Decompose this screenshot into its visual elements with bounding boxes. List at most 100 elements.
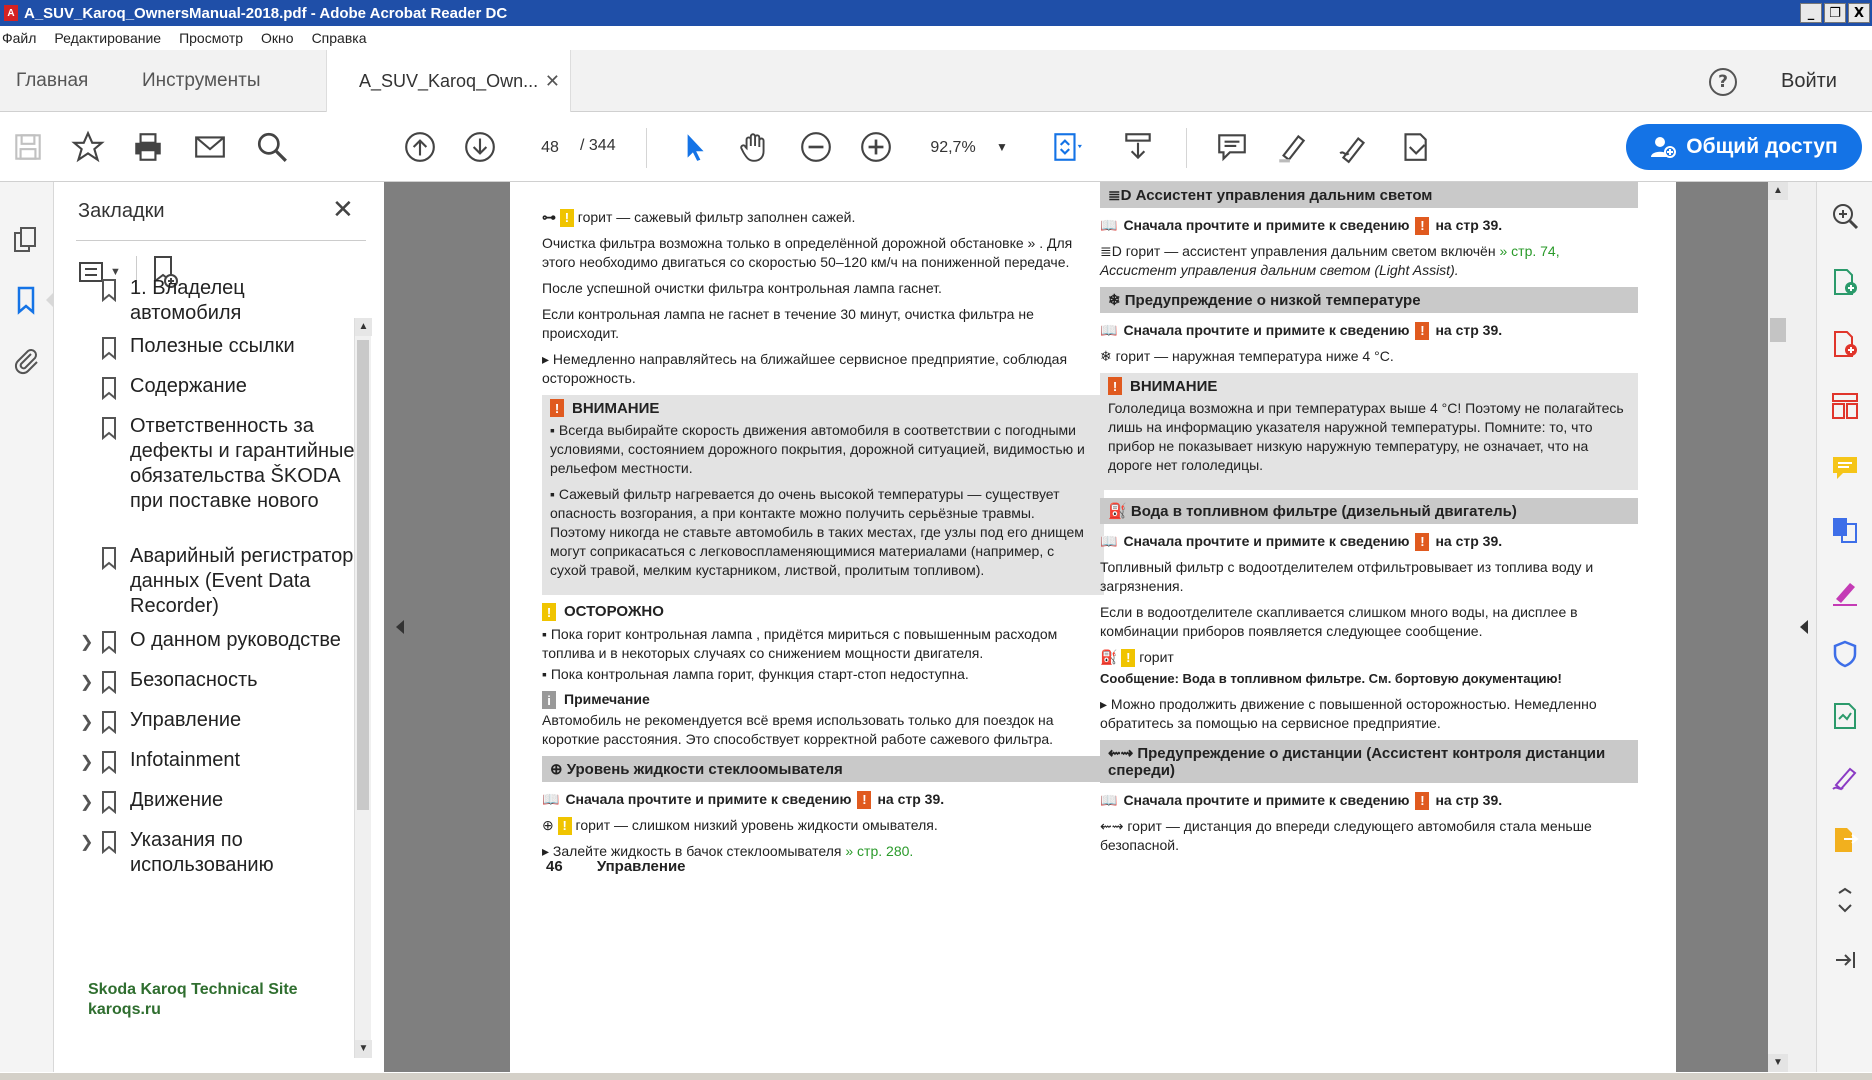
tab-tools[interactable]: Инструменты bbox=[142, 70, 260, 92]
zoom-out-icon[interactable] bbox=[796, 127, 836, 167]
bookmark-owner[interactable]: 1. Владелец автомобиля bbox=[80, 276, 370, 326]
select-cursor-icon[interactable] bbox=[674, 127, 714, 167]
scroll-mode-icon[interactable] bbox=[1118, 127, 1158, 167]
tab-document[interactable]: A_SUV_Karoq_Own... ✕ bbox=[326, 50, 571, 112]
section-heading: ❄ Предупреждение о низкой температуре bbox=[1100, 287, 1638, 313]
warning-item: ▪ Сажевый фильтр нагревается до очень вы… bbox=[550, 486, 1084, 578]
menu-window[interactable]: Окно bbox=[252, 30, 303, 46]
paragraph: ❄ горит — наружная температура ниже 4 °C… bbox=[1100, 347, 1638, 366]
read-first-notice: 📖 Сначала прочтите и примите к сведению! н… bbox=[1100, 216, 1638, 235]
collapse-left-pane-icon[interactable] bbox=[396, 620, 404, 634]
optimize-pdf-icon[interactable] bbox=[1827, 698, 1863, 734]
scroll-thumb[interactable] bbox=[357, 340, 369, 810]
bookmark-label: Аварийный регистратор данных (Event Data… bbox=[130, 545, 354, 617]
bookmark-label: Полезные ссылки bbox=[130, 335, 295, 357]
close-window-button[interactable]: X bbox=[1848, 3, 1870, 23]
menu-edit[interactable]: Редактирование bbox=[45, 30, 170, 46]
zoom-tool-icon[interactable] bbox=[1827, 198, 1863, 234]
share-button[interactable]: Общий доступ bbox=[1626, 124, 1862, 170]
stamp-icon[interactable] bbox=[1394, 127, 1434, 167]
bookmark-label: О данном руководстве bbox=[130, 629, 341, 651]
menu-help[interactable]: Справка bbox=[303, 30, 376, 46]
bookmarks-scrollbar[interactable]: ▲ ▼ bbox=[354, 318, 372, 1058]
next-page-icon[interactable] bbox=[460, 127, 500, 167]
paragraph-text: Ассистент управления дальним светом (Lig… bbox=[1100, 262, 1459, 278]
zoom-dropdown-icon[interactable]: ▼ bbox=[996, 140, 1008, 154]
chevron-right-icon[interactable]: ❯ bbox=[80, 828, 100, 878]
zoom-in-icon[interactable] bbox=[856, 127, 896, 167]
star-icon[interactable] bbox=[68, 127, 108, 167]
caution-title: ОСТОРОЖНО bbox=[564, 603, 664, 620]
chevron-right-icon[interactable]: ❯ bbox=[80, 708, 100, 739]
expand-right-pane-icon[interactable] bbox=[1800, 620, 1808, 634]
bookmark-usage-notes[interactable]: ❯ Указания по использованию bbox=[80, 828, 370, 878]
comment-tool-icon[interactable] bbox=[1827, 450, 1863, 486]
bookmark-contents[interactable]: Содержание bbox=[80, 374, 370, 405]
page-link[interactable]: » стр. 74, bbox=[1499, 243, 1559, 259]
warning-icon: ! bbox=[1415, 216, 1430, 235]
scroll-up-icon[interactable]: ▲ bbox=[355, 318, 372, 336]
chevron-right-icon[interactable]: ❯ bbox=[80, 668, 100, 699]
scroll-thumb[interactable] bbox=[1770, 318, 1786, 342]
page-number-input[interactable] bbox=[522, 134, 578, 162]
fill-sign-icon[interactable] bbox=[1827, 574, 1863, 610]
send-for-signature-icon[interactable] bbox=[1827, 760, 1863, 796]
chevron-right-icon[interactable]: ❯ bbox=[80, 628, 100, 659]
menu-view[interactable]: Просмотр bbox=[170, 30, 252, 46]
bookmark-infotainment[interactable]: ❯ Infotainment bbox=[80, 748, 370, 779]
email-icon[interactable] bbox=[190, 127, 230, 167]
combine-files-icon[interactable] bbox=[1827, 512, 1863, 548]
prev-page-icon[interactable] bbox=[400, 127, 440, 167]
close-panel-icon[interactable]: ✕ bbox=[332, 194, 354, 225]
bookmark-warranty[interactable]: Ответственность за дефекты и гарантийные… bbox=[80, 414, 370, 514]
collapse-tools-icon[interactable] bbox=[1827, 942, 1863, 978]
protect-shield-icon[interactable] bbox=[1827, 636, 1863, 672]
create-pdf-icon[interactable] bbox=[1827, 264, 1863, 300]
bookmark-about-manual[interactable]: ❯ О данном руководстве bbox=[80, 628, 370, 659]
zoom-input[interactable] bbox=[918, 134, 988, 162]
bookmarks-panel-icon[interactable] bbox=[8, 282, 54, 318]
bookmark-useful-links[interactable]: Полезные ссылки bbox=[80, 334, 370, 365]
maximize-button[interactable]: ❐ bbox=[1824, 3, 1846, 23]
highlight-pen-icon[interactable] bbox=[1272, 127, 1312, 167]
section-title: Вода в топливном фильтре (дизельный двиг… bbox=[1130, 503, 1517, 520]
scroll-down-icon[interactable]: ▼ bbox=[355, 1040, 372, 1058]
page-link[interactable]: » стр. 280. bbox=[845, 843, 913, 859]
fit-page-icon[interactable] bbox=[1046, 127, 1086, 167]
more-tools-chevron-icon[interactable] bbox=[1827, 884, 1863, 920]
attachments-icon[interactable] bbox=[8, 342, 44, 378]
section-heading: ⛽ Вода в топливном фильтре (дизельный дв… bbox=[1100, 498, 1638, 524]
menu-file[interactable]: Файл bbox=[0, 30, 45, 46]
bookmark-icon bbox=[100, 374, 130, 405]
send-track-icon[interactable] bbox=[1827, 822, 1863, 858]
search-icon[interactable] bbox=[252, 127, 292, 167]
bookmark-controls[interactable]: ❯ Управление bbox=[80, 708, 370, 739]
page-number: 46 bbox=[546, 858, 563, 875]
document-scrollbar[interactable]: ▲ ▼ bbox=[1768, 182, 1788, 1072]
print-icon[interactable] bbox=[128, 127, 168, 167]
hand-tool-icon[interactable] bbox=[734, 127, 774, 167]
help-icon[interactable]: ? bbox=[1709, 68, 1737, 96]
signin-link[interactable]: Войти bbox=[1781, 70, 1837, 93]
scroll-down-icon[interactable]: ▼ bbox=[1768, 1054, 1788, 1072]
close-tab-icon[interactable]: ✕ bbox=[545, 71, 560, 92]
chevron-right-icon[interactable]: ❯ bbox=[80, 788, 100, 819]
read-first-text: Сначала прочтите и примите к сведению bbox=[1123, 322, 1410, 338]
bookmark-safety[interactable]: ❯ Безопасность bbox=[80, 668, 370, 699]
minimize-button[interactable]: _ bbox=[1800, 3, 1822, 23]
scroll-up-icon[interactable]: ▲ bbox=[1768, 182, 1788, 200]
tab-home[interactable]: Главная bbox=[16, 70, 88, 92]
page-thumbnails-icon[interactable] bbox=[8, 222, 44, 258]
chevron-right-icon[interactable]: ❯ bbox=[80, 748, 100, 779]
comment-icon[interactable] bbox=[1212, 127, 1252, 167]
expand-spacer bbox=[80, 374, 100, 405]
bookmark-driving[interactable]: ❯ Движение bbox=[80, 788, 370, 819]
book-icon: 📖 bbox=[542, 791, 560, 807]
bookmark-event-data-recorder[interactable]: Аварийный регистратор данных (Event Data… bbox=[80, 544, 370, 619]
export-pdf-icon[interactable] bbox=[1827, 326, 1863, 362]
sign-icon[interactable] bbox=[1334, 127, 1374, 167]
organize-pages-icon[interactable] bbox=[1827, 388, 1863, 424]
paragraph: После успешной очистки фильтра контрольн… bbox=[542, 280, 942, 296]
warning-item: ▪ Всегда выбирайте скорость движения авт… bbox=[550, 422, 1085, 476]
save-icon[interactable] bbox=[8, 127, 48, 167]
